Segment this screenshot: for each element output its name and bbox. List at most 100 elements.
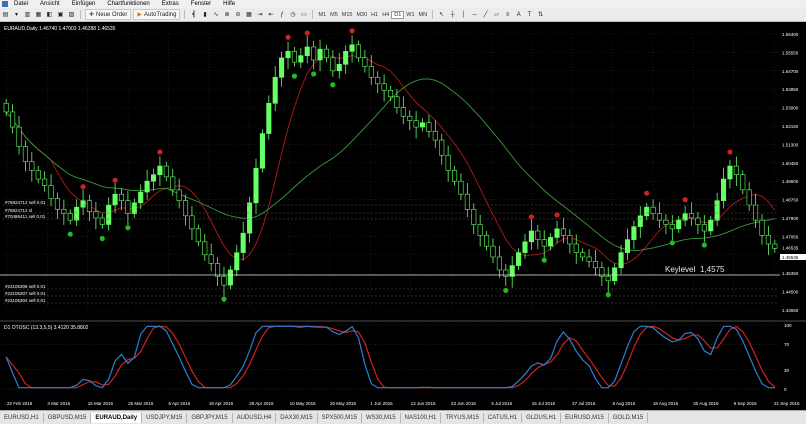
chart-tab[interactable]: SPX500,M15 <box>318 412 362 423</box>
crosshair-icon[interactable]: ┼ <box>448 10 457 19</box>
new-chart-icon[interactable]: ▤ <box>1 10 10 19</box>
chart-tab[interactable]: USDJPY,M15 <box>142 412 188 423</box>
toolbar-separator <box>80 10 81 19</box>
zoom-in-icon[interactable]: ⊕ <box>222 10 231 19</box>
chart-shift-icon[interactable]: ⇤ <box>266 10 275 19</box>
candle <box>215 263 221 277</box>
chart-tab[interactable]: GBPJPY,M15 <box>187 412 233 423</box>
date-axis-label: 1 Jun 2016 <box>370 401 393 406</box>
candle <box>381 83 387 91</box>
chart-tab[interactable]: NAS100,H1 <box>401 412 442 423</box>
candle <box>304 46 310 56</box>
vertical-line-icon[interactable]: │ <box>459 10 468 19</box>
order-label: #23105306 sell 0.01 <box>5 284 46 289</box>
timeframe-m15[interactable]: M15 <box>340 12 355 18</box>
candle <box>740 174 746 191</box>
candle <box>54 198 60 210</box>
chart-tab[interactable]: EURAUD,Daily <box>91 412 143 423</box>
tile-windows-icon[interactable]: ▦ <box>244 10 253 19</box>
buy-signal-dot <box>125 225 131 231</box>
autoscroll-icon[interactable]: ⇥ <box>255 10 264 19</box>
cursor-icon[interactable]: ↖ <box>437 10 446 19</box>
candle <box>426 122 432 132</box>
menu-datei[interactable]: Datei <box>8 0 34 8</box>
indicators-icon[interactable]: ƒ <box>277 10 286 19</box>
arrows-icon[interactable]: ⇅ <box>536 10 545 19</box>
candle <box>432 131 438 141</box>
chart-tab[interactable]: EURUSD,M15 <box>561 412 609 423</box>
chart-tab[interactable]: GLDUS,H1 <box>522 412 562 423</box>
candle <box>560 228 566 236</box>
horizontal-line-icon[interactable]: ─ <box>470 10 479 19</box>
text-icon[interactable]: A <box>514 10 523 19</box>
oscillator-axis-label: 30 <box>784 368 790 373</box>
line-chart-icon[interactable]: ∿ <box>211 10 220 19</box>
candle <box>362 57 368 67</box>
new-order-button[interactable]: ✚ Neue Order <box>85 9 132 20</box>
market-watch-icon[interactable]: ▥ <box>23 10 32 19</box>
candle <box>202 241 208 256</box>
sell-signal-dot <box>349 28 355 34</box>
menu-chartfunktionen[interactable]: Chartfunktionen <box>101 0 155 8</box>
candle <box>208 254 214 264</box>
date-axis-label: 18 Apr 2016 <box>209 401 234 406</box>
chart-tab[interactable]: WS30,M15 <box>362 412 401 423</box>
zoom-out-icon[interactable]: ⊖ <box>233 10 242 19</box>
trendline-icon[interactable]: ╱ <box>481 10 490 19</box>
candle <box>343 51 349 65</box>
menu-ansicht[interactable]: Ansicht <box>34 0 66 8</box>
chart-tab[interactable]: CATUS,H1 <box>484 412 523 423</box>
templates-icon[interactable]: ▭ <box>299 10 308 19</box>
chart-tab[interactable]: DAX30,M15 <box>276 412 318 423</box>
chart-tab[interactable]: TRYUS,M15 <box>441 412 484 423</box>
candle <box>311 46 317 61</box>
chart-tab[interactable]: EURUSD,H1 <box>0 412 44 423</box>
data-window-icon[interactable]: ▦ <box>34 10 43 19</box>
timeframe-m5[interactable]: M5 <box>328 12 340 18</box>
channel-icon[interactable]: ▱ <box>492 10 501 19</box>
candle <box>74 206 80 221</box>
chart-tab[interactable]: GBPUSD,M15 <box>44 412 92 423</box>
timeframe-m30[interactable]: M30 <box>354 12 369 18</box>
candle <box>516 252 522 266</box>
candle <box>150 174 157 182</box>
bar-chart-icon[interactable]: ┫ <box>189 10 198 19</box>
timeframe-h4[interactable]: H4 <box>380 12 391 18</box>
navigator-icon[interactable]: ◧ <box>45 10 54 19</box>
tester-icon[interactable]: ▧ <box>67 10 76 19</box>
candle <box>375 76 381 85</box>
autotrading-button[interactable]: ▶ AutoTrading <box>133 9 181 20</box>
menu-fenster[interactable]: Fenster <box>185 0 217 8</box>
oscillator-axis-label: 70 <box>784 342 790 347</box>
candle <box>708 219 714 232</box>
menu-hilfe[interactable]: Hilfe <box>217 0 241 8</box>
timeframe-m1[interactable]: M1 <box>316 12 328 18</box>
buy-signal-dot <box>701 242 707 248</box>
candle <box>106 204 112 225</box>
candle <box>22 146 28 163</box>
menu-extras[interactable]: Extras <box>156 0 185 8</box>
fibonacci-icon[interactable]: ≡ <box>503 10 512 19</box>
chart-tab[interactable]: AUDUSD,H4 <box>233 412 277 423</box>
keylevel-label: Keylevel <box>665 265 695 274</box>
timeframe-w1[interactable]: W1 <box>404 12 416 18</box>
candle <box>592 260 599 269</box>
candle <box>637 215 643 227</box>
period-icon[interactable]: ◷ <box>288 10 297 19</box>
timeframe-h1[interactable]: H1 <box>369 12 380 18</box>
candle <box>759 219 765 236</box>
label-icon[interactable]: T <box>525 10 534 19</box>
menu-einfuegen[interactable]: Einfügen <box>66 0 102 8</box>
profiles-icon[interactable]: ▾ <box>12 10 21 19</box>
chart-area[interactable]: Keylevel 1,4575 EURAUD,Daily 1.46740 1.4… <box>0 22 806 410</box>
candle-chart-icon[interactable]: ▮ <box>200 10 209 19</box>
chart-tab[interactable]: GOLD,M15 <box>609 412 649 423</box>
candle <box>336 64 342 72</box>
timeframe-mn[interactable]: MN <box>417 12 430 18</box>
terminal-icon[interactable]: ▣ <box>56 10 65 19</box>
candle <box>503 269 509 277</box>
candle <box>112 193 118 206</box>
timeframe-d1[interactable]: D1 <box>391 10 405 19</box>
price-axis-label: 1.50450 <box>782 161 799 166</box>
candle <box>753 204 759 221</box>
